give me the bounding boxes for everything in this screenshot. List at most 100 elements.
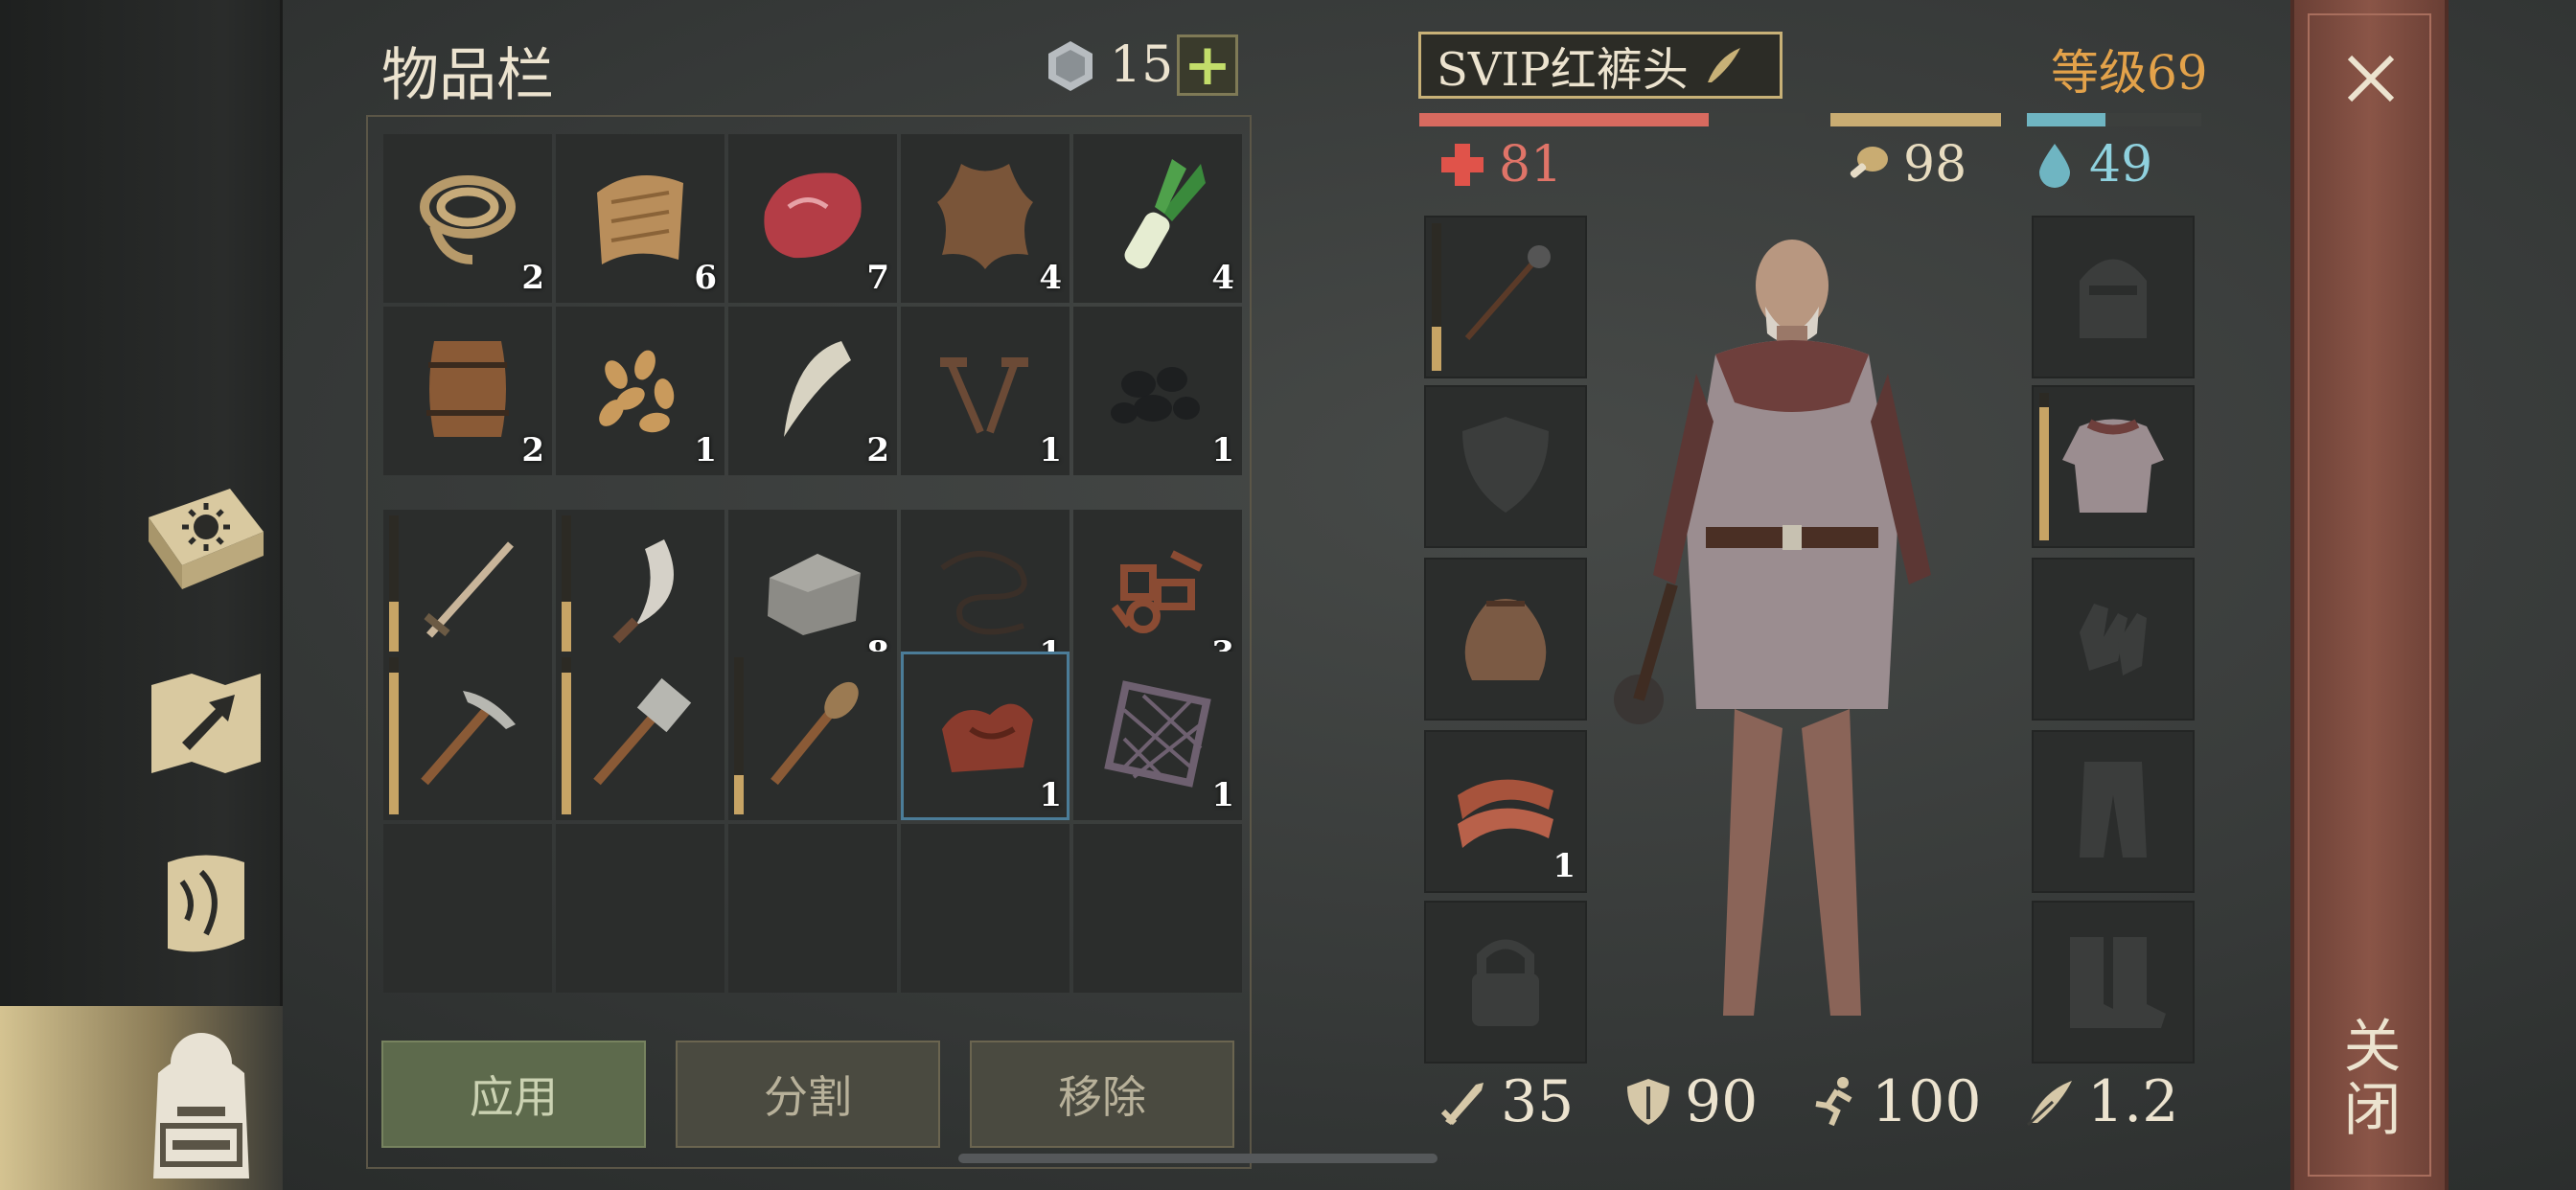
nav-scroll-button[interactable] <box>134 834 278 977</box>
weight-feather-icon <box>2026 1081 2072 1127</box>
coal-icon <box>1095 327 1220 455</box>
health-cross-icon <box>1441 144 1484 186</box>
durability-bar <box>562 515 571 673</box>
remove-button[interactable]: 移除 <box>970 1041 1234 1148</box>
quill-edit-icon <box>1707 48 1740 82</box>
scrap-icon <box>1095 530 1220 658</box>
armor-value: 90 <box>1685 1068 1759 1135</box>
hammer-icon <box>578 672 702 800</box>
close-panel[interactable]: 关闭 <box>2290 0 2449 1190</box>
inventory-slot-empty[interactable] <box>901 824 1070 993</box>
equipment-slot[interactable]: 1 <box>1424 730 1587 893</box>
inventory-slot[interactable]: 7 <box>728 134 897 303</box>
character-backpack-icon <box>153 1033 249 1179</box>
health-bar <box>1419 113 1805 126</box>
equipment-slot[interactable] <box>2032 730 2195 893</box>
bacon-icon <box>1443 747 1568 876</box>
inventory-slot[interactable] <box>728 652 897 820</box>
water-drop-icon <box>2039 144 2070 188</box>
inventory-slot[interactable] <box>556 652 724 820</box>
close-icon[interactable] <box>2344 52 2398 105</box>
grid-frame-icon <box>1095 672 1220 800</box>
inventory-slot[interactable]: 6 <box>556 134 724 303</box>
inventory-slot-empty[interactable] <box>728 824 897 993</box>
equipment-slot[interactable] <box>1424 901 1587 1064</box>
armor-stat: 90 <box>1622 1068 1758 1135</box>
item-count: 4 <box>1039 259 1062 297</box>
item-count: 1 <box>1552 847 1576 885</box>
gloves-slot-icon <box>2051 575 2175 703</box>
health-value: 81 <box>1499 136 1563 194</box>
inventory-slot[interactable]: 1 <box>1073 652 1242 820</box>
speed-value: 100 <box>1872 1068 1982 1135</box>
apply-button[interactable]: 应用 <box>381 1041 646 1148</box>
weight-stat: 1.2 <box>2024 1068 2178 1135</box>
item-count: 6 <box>694 259 717 297</box>
speed-stat: 100 <box>1808 1068 1982 1135</box>
character-name: SVIP红裤头 <box>1437 43 1689 97</box>
item-count: 1 <box>1211 431 1234 469</box>
side-nav <box>0 0 283 1006</box>
equipment-slot[interactable] <box>1424 558 1587 721</box>
nav-craft-button[interactable] <box>134 652 278 795</box>
pants-slot-icon <box>2051 747 2175 876</box>
inventory-slot[interactable] <box>383 652 552 820</box>
water-stat: 49 <box>2032 136 2152 194</box>
inventory-slot-empty[interactable] <box>556 824 724 993</box>
equipment-slot[interactable] <box>2032 385 2195 548</box>
barrel-icon <box>405 327 530 455</box>
food-value: 98 <box>1903 136 1967 194</box>
durability-bar <box>389 515 399 673</box>
nav-character-tab[interactable] <box>0 1006 283 1190</box>
add-currency-button[interactable]: + <box>1177 32 1238 99</box>
inventory-slot[interactable]: 2 <box>383 307 552 475</box>
saddle-icon <box>923 672 1047 800</box>
craft-map-icon <box>151 674 261 773</box>
inventory-slot[interactable]: 1 <box>1073 307 1242 475</box>
character-name-box[interactable]: SVIP红裤头 <box>1418 32 1782 99</box>
rope-icon <box>405 154 530 283</box>
equipment-slot[interactable] <box>2032 901 2195 1064</box>
inventory-slot[interactable]: 1 <box>901 307 1070 475</box>
wire-icon <box>923 530 1047 658</box>
nav-journal-button[interactable] <box>134 469 278 613</box>
durability-bar <box>734 657 744 814</box>
scroll-quill-icon <box>168 855 244 952</box>
fang-icon <box>750 327 875 455</box>
inventory-slot-empty[interactable] <box>1073 824 1242 993</box>
helmet-slot-icon <box>2051 233 2175 361</box>
durability-bar <box>562 657 571 814</box>
inventory-slot-empty[interactable] <box>383 824 552 993</box>
raw-meat-icon <box>750 154 875 283</box>
horizontal-scrollbar[interactable] <box>958 1154 1438 1163</box>
equipment-slot[interactable] <box>1424 385 1587 548</box>
close-label[interactable]: 关闭 <box>2333 1016 2409 1142</box>
inventory-slot[interactable]: 1 <box>556 307 724 475</box>
torch-icon <box>750 672 875 800</box>
durability-bar <box>1432 223 1441 371</box>
level-label: 等级69 <box>2051 45 2208 101</box>
item-count: 2 <box>521 431 544 469</box>
item-count: 1 <box>1211 776 1234 814</box>
pouch-icon <box>1443 575 1568 703</box>
inventory-slot[interactable]: 2 <box>728 307 897 475</box>
sword-stat-icon <box>1440 1083 1484 1126</box>
inventory-slot[interactable]: 4 <box>901 134 1070 303</box>
running-icon <box>1815 1077 1852 1127</box>
equipment-slot[interactable] <box>1424 216 1587 378</box>
attack-value: 35 <box>1501 1068 1575 1135</box>
item-count: 7 <box>866 259 889 297</box>
equipment-slot[interactable] <box>2032 216 2195 378</box>
item-count: 1 <box>1039 431 1062 469</box>
sword-icon <box>405 530 530 658</box>
equipment-slot[interactable] <box>2032 558 2195 721</box>
inventory-slot[interactable]: 4 <box>1073 134 1242 303</box>
item-count: 1 <box>1039 776 1062 814</box>
inventory-slot[interactable]: 1 <box>901 652 1070 820</box>
inventory-slot[interactable]: 2 <box>383 134 552 303</box>
inventory-grid: 267442121181311 <box>383 134 1242 993</box>
pickaxe-icon <box>405 672 530 800</box>
nails-icon <box>923 327 1047 455</box>
split-button[interactable]: 分割 <box>676 1041 940 1148</box>
sun-book-icon <box>149 489 264 589</box>
